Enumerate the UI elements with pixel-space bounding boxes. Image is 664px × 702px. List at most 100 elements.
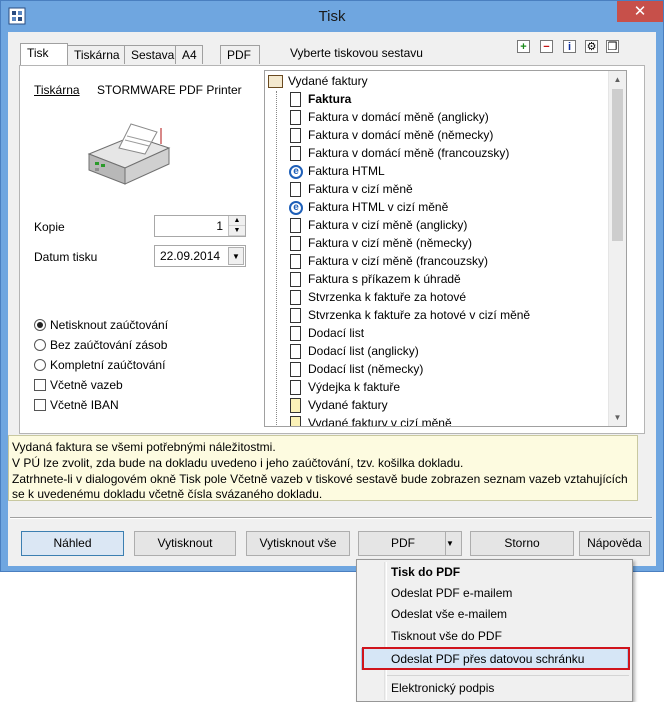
close-button[interactable]: ✕ [617, 1, 663, 22]
document-icon [290, 416, 301, 426]
print-dialog-window: Tisk ✕ Tisk Tiskárna Sestava A4 PDF Vybe… [0, 0, 664, 572]
menu-gutter [384, 562, 387, 700]
scroll-down-icon[interactable]: ▼ [609, 409, 626, 426]
help-line: Vydaná faktura se všemi potřebnými nálež… [12, 440, 276, 454]
spin-up-icon[interactable]: ▲ [229, 216, 245, 226]
add-icon[interactable]: + [517, 40, 530, 53]
copies-label: Kopie [34, 220, 65, 234]
print-date-picker[interactable]: 22.09.2014 ▼ [154, 245, 246, 267]
spinner-buttons: ▲ ▼ [228, 216, 245, 236]
tree-item-label: Vydané faktury [308, 398, 388, 412]
tree-item-label: Faktura v cizí měně (francouzsky) [308, 254, 489, 268]
tree-item-label: Dodací list (německy) [308, 362, 424, 376]
document-icon [290, 398, 301, 413]
scroll-up-icon[interactable]: ▲ [609, 71, 626, 88]
tree-item-label: Výdejka k faktuře [308, 380, 401, 394]
tree-item-label: Faktura HTML [308, 164, 385, 178]
document-icon [290, 272, 301, 287]
radio-label: Netisknout zaúčtování [50, 318, 169, 332]
help-line: V PÚ lze zvolit, zda bude na dokladu uve… [12, 456, 464, 470]
document-icon [290, 308, 301, 323]
cancel-button[interactable]: Storno [470, 531, 574, 556]
document-icon [290, 182, 301, 197]
menu-separator [387, 675, 629, 676]
tree-item-label: Vydané faktury v cizí měně [308, 416, 452, 427]
dialog-client-area: Tisk Tiskárna Sestava A4 PDF Vyberte tis… [8, 32, 656, 566]
copies-spinner[interactable]: 1 ▲ ▼ [154, 215, 246, 237]
preview-button[interactable]: Náhled [21, 531, 124, 556]
copy-icon[interactable]: ❐ [606, 40, 619, 53]
radio-icon [34, 359, 46, 371]
tree-item-label: Faktura v cizí měně (německy) [308, 236, 473, 250]
annotation-highlight-frame [362, 647, 630, 670]
tree-item-label: Faktura s příkazem k úhradě [308, 272, 461, 286]
document-icon [290, 218, 301, 233]
chevron-down-icon[interactable]: ▼ [445, 532, 461, 555]
print-button[interactable]: Vytisknout [134, 531, 236, 556]
menu-item-odeslat-vse-email[interactable]: Odeslat vše e-mailem [391, 604, 507, 624]
spin-down-icon[interactable]: ▼ [229, 226, 245, 236]
document-icon [290, 326, 301, 341]
tree-item-label: Stvrzenka k faktuře za hotové [308, 290, 467, 304]
copies-value: 1 [216, 219, 223, 233]
tab-sestava[interactable]: Sestava [124, 45, 176, 64]
menu-item-odeslat-pdf-email[interactable]: Odeslat PDF e-mailem [391, 583, 512, 603]
tree-root-label: Vydané faktury [288, 74, 368, 88]
document-icon [290, 110, 301, 125]
document-icon [290, 236, 301, 251]
book-icon [268, 75, 283, 88]
tab-a4[interactable]: A4 [175, 45, 203, 64]
document-icon [290, 380, 301, 395]
checkbox-label: Včetně IBAN [50, 398, 119, 412]
tree-item-label: Faktura HTML v cizí měně [308, 200, 449, 214]
html-report-icon: e [289, 165, 303, 179]
tree-item-label: Stvrzenka k faktuře za hotové v cizí měn… [308, 308, 531, 322]
tree-item-label: Faktura v cizí měně (anglicky) [308, 218, 468, 232]
help-line: Zatrhnete-li v dialogovém okně Tisk pole… [12, 472, 628, 486]
document-icon [290, 128, 301, 143]
remove-icon[interactable]: − [540, 40, 553, 53]
radio-icon [34, 319, 46, 331]
help-line: se k uvedenému dokladu včetně čísla sváz… [12, 487, 323, 501]
document-icon [290, 344, 301, 359]
tab-pdf[interactable]: PDF [220, 45, 260, 64]
tree-item-label: Faktura v domácí měně (anglicky) [308, 110, 489, 124]
tree-item-label: Dodací list (anglicky) [308, 344, 419, 358]
printer-label[interactable]: Tiskárna [34, 83, 80, 97]
vertical-scrollbar[interactable]: ▲ ▼ [608, 71, 626, 426]
settings-icon[interactable]: ⚙ [585, 40, 598, 53]
document-icon [290, 290, 301, 305]
pdf-button-label: PDF [391, 536, 415, 550]
tree-item-label: Dodací list [308, 326, 365, 340]
scroll-thumb[interactable] [612, 89, 623, 241]
checkbox-icon [34, 399, 46, 411]
print-all-button[interactable]: Vytisknout vše [246, 531, 350, 556]
chevron-down-icon[interactable]: ▼ [228, 247, 244, 265]
tree-item-label: Faktura v domácí měně (německy) [308, 128, 494, 142]
tree-connector [276, 91, 278, 426]
print-date-value: 22.09.2014 [160, 249, 221, 263]
printer-icon [87, 123, 171, 185]
description-panel: Vydaná faktura se všemi potřebnými nálež… [8, 435, 638, 501]
report-tree[interactable]: Vydané faktury Faktura Faktura v domácí m… [264, 70, 627, 427]
button-separator [10, 517, 652, 519]
tab-tiskarna[interactable]: Tiskárna [67, 45, 125, 64]
tree-item-label: Faktura v domácí měně (francouzsky) [308, 146, 510, 160]
help-button[interactable]: Nápověda [579, 531, 650, 556]
document-icon [290, 362, 301, 377]
info-icon[interactable]: i [563, 40, 576, 53]
document-icon [290, 146, 301, 161]
print-date-label: Datum tisku [34, 250, 98, 264]
checkbox-icon [34, 379, 46, 391]
pdf-dropdown-menu: Tisk do PDF Odeslat PDF e-mailem Odeslat… [356, 559, 633, 702]
tab-hint: Vyberte tiskovou sestavu [290, 46, 423, 60]
menu-item-tisknout-vse-pdf[interactable]: Tisknout vše do PDF [391, 626, 502, 646]
menu-item-tisk-do-pdf[interactable]: Tisk do PDF [391, 562, 460, 582]
pdf-split-button[interactable]: PDF ▼ [358, 531, 462, 556]
menu-item-elektronicky-podpis[interactable]: Elektronický podpis [391, 678, 494, 698]
document-icon [290, 92, 301, 107]
radio-label: Kompletní zaúčtování [50, 358, 166, 372]
tab-tisk[interactable]: Tisk [20, 43, 68, 65]
printer-name: STORMWARE PDF Printer [97, 83, 242, 97]
title-bar[interactable]: Tisk ✕ [1, 1, 663, 32]
